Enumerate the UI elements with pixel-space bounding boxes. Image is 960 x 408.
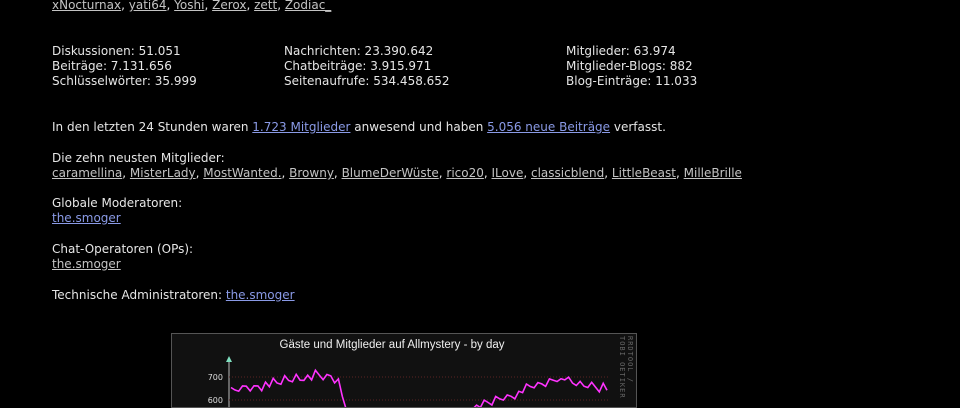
visitors-chart: Gäste und Mitglieder auf Allmystery - by… (171, 333, 637, 408)
list-separator: , (604, 166, 612, 180)
new-posts-link[interactable]: 5.056 neue Beiträge (487, 120, 610, 134)
stats-column-3: Mitglieder: 63.974 Mitglieder-Blogs: 882… (566, 44, 697, 89)
list-separator: , (676, 166, 684, 180)
activity-line: In den letzten 24 Stunden waren 1.723 Mi… (52, 120, 666, 135)
global-mod-user-link[interactable]: the.smoger (52, 211, 121, 225)
newest-members-label: Die zehn neusten Mitglieder: (52, 151, 225, 165)
newest-member-link[interactable]: MisterLady (130, 166, 196, 180)
stat-discussions: Diskussionen: 51.051 (52, 44, 181, 58)
stat-messages: Nachrichten: 23.390.642 (284, 44, 434, 58)
top-user-link[interactable]: Zodiac_ (285, 0, 331, 12)
top-user-link[interactable]: yati64 (129, 0, 167, 12)
chart-y-tick-label: 600 (208, 396, 223, 405)
newest-member-link[interactable]: caramellina (52, 166, 122, 180)
list-separator: , (483, 166, 492, 180)
chat-ops-label: Chat-Operatoren (OPs): (52, 242, 194, 256)
members-online-link[interactable]: 1.723 Mitglieder (252, 120, 350, 134)
top-user-link[interactable]: Zerox (212, 0, 246, 12)
newest-member-link[interactable]: BlumeDerWüste (342, 166, 439, 180)
global-mods-label: Globale Moderatoren: (52, 196, 183, 210)
stats-column-1: Diskussionen: 51.051 Beiträge: 7.131.656… (52, 44, 197, 89)
chat-op-user-link[interactable]: the.smoger (52, 257, 121, 271)
tech-admins-label: Technische Administratoren: (52, 288, 226, 302)
list-separator: , (281, 166, 290, 180)
tech-admin-user-link[interactable]: the.smoger (226, 288, 295, 302)
newest-member-link[interactable]: MostWanted. (203, 166, 281, 180)
stat-page-views: Seitenaufrufe: 534.458.652 (284, 74, 450, 88)
list-separator: , (333, 166, 342, 180)
top-user-link[interactable]: zett (254, 0, 277, 12)
newest-members-list: caramellina, MisterLady, MostWanted., Br… (52, 166, 742, 181)
list-separator: , (246, 0, 255, 12)
chart-y-axis-arrow (226, 356, 232, 362)
list-separator: , (122, 166, 130, 180)
stat-keywords: Schlüsselwörter: 35.999 (52, 74, 197, 88)
stat-member-blogs: Mitglieder-Blogs: 882 (566, 59, 693, 73)
top-user-link[interactable]: xNocturnax (52, 0, 121, 12)
stat-chat-posts: Chatbeiträge: 3.915.971 (284, 59, 432, 73)
activity-middle: anwesend und haben (350, 120, 488, 134)
newest-member-link[interactable]: LittleBeast (612, 166, 676, 180)
stat-members: Mitglieder: 63.974 (566, 44, 676, 58)
newest-member-link[interactable]: classicblend (531, 166, 604, 180)
list-separator: , (204, 0, 213, 12)
newest-member-link[interactable]: MilleBrille (684, 166, 742, 180)
global-mods-list: the.smoger (52, 211, 121, 226)
list-separator: , (277, 0, 285, 12)
top-user-list: xNocturnax, yati64, Yoshi, Zerox, zett, … (52, 0, 331, 13)
activity-suffix: verfasst. (610, 120, 666, 134)
stats-column-2: Nachrichten: 23.390.642 Chatbeiträge: 3.… (284, 44, 450, 89)
stat-blog-entries: Blog-Einträge: 11.033 (566, 74, 698, 88)
list-separator: , (523, 166, 531, 180)
stat-posts: Beiträge: 7.131.656 (52, 59, 172, 73)
top-user-link[interactable]: Yoshi (174, 0, 204, 12)
chart-y-tick-label: 700 (208, 373, 223, 382)
chat-ops-list: the.smoger (52, 257, 121, 272)
newest-member-link[interactable]: ILove (492, 166, 524, 180)
list-separator: , (121, 0, 129, 12)
chart-series-line (230, 368, 608, 407)
chart-plot: 700 600 (208, 356, 609, 407)
newest-member-link[interactable]: rico20 (446, 166, 483, 180)
newest-member-link[interactable]: Browny (289, 166, 334, 180)
tech-admins-line: Technische Administratoren: the.smoger (52, 288, 295, 303)
activity-prefix: In den letzten 24 Stunden waren (52, 120, 253, 134)
